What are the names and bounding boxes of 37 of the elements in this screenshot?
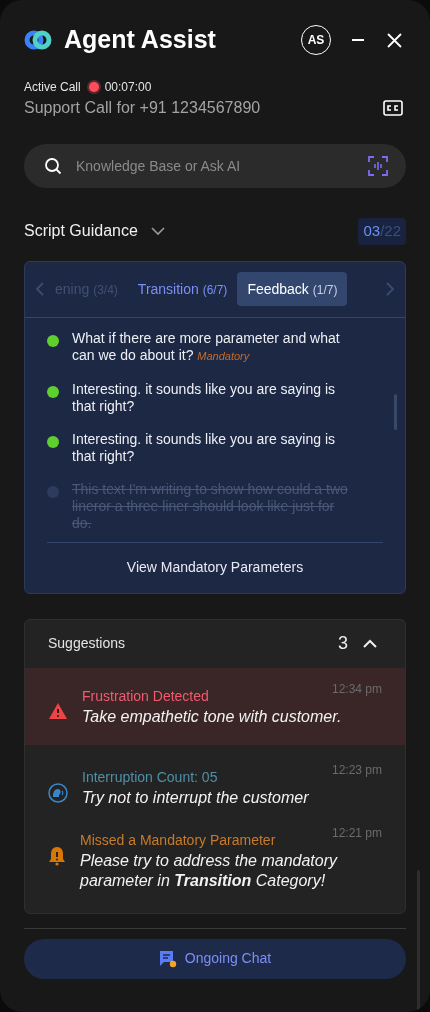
suggestion-title: Missed a Mandatory Parameter (80, 830, 276, 850)
suggestion-message: Try not to interrupt the customer (82, 787, 310, 808)
app-title: Agent Assist (64, 24, 216, 56)
timestamp: 12:34 pm (331, 680, 382, 698)
suggestion-count: 3 (338, 632, 348, 655)
voice-scan-icon[interactable] (368, 156, 388, 176)
view-parameters-button[interactable]: View Mandatory Parameters (47, 542, 383, 593)
ongoing-chat-button[interactable]: Ongoing Chat (24, 938, 406, 979)
call-status: Active Call (24, 79, 81, 96)
warning-icon (48, 701, 68, 720)
speaking-head-icon (48, 782, 68, 803)
close-icon[interactable] (387, 32, 402, 48)
suggestion-message: Please try to address the mandatory parameter in Transition Category! (80, 850, 339, 891)
step-counter: 03/22 (358, 218, 406, 245)
captions-icon[interactable] (383, 100, 403, 116)
suggestion-message: Take empathetic tone with customer. (82, 706, 343, 727)
scrollbar-thumb (394, 393, 397, 430)
chevron-up-icon[interactable] (362, 638, 378, 649)
timestamp: 12:21 pm (331, 824, 382, 842)
script-tab[interactable]: Feedback (1/7) (237, 272, 348, 306)
suggestion-title: Frustration Detected (82, 686, 209, 706)
bell-icon (48, 845, 66, 866)
script-line: What if there are more parameter and what can we do about it? Mandatory (72, 329, 341, 365)
script-tab[interactable]: Transition (6/7) (127, 272, 238, 306)
call-timer: 00:07:00 (104, 79, 152, 96)
chat-icon (158, 949, 177, 968)
search-field[interactable]: Knowledge Base or Ask AI (24, 144, 406, 188)
search-icon (44, 157, 62, 175)
section-title: Script Guidance (24, 221, 138, 242)
call-subtitle: Support Call for +91 1234567890 (24, 98, 261, 118)
script-line: Interesting. it sounds like you are saying is that right? (72, 430, 337, 465)
script-line: Interesting. it sounds like you are saying is that right? (72, 380, 337, 415)
suggestion-title: Interruption Count: 05 (82, 767, 218, 787)
logo-icon (24, 30, 52, 50)
section-title: Suggestions (48, 634, 126, 653)
timestamp: 12:23 pm (331, 761, 382, 779)
chevron-down-icon[interactable] (149, 226, 166, 237)
